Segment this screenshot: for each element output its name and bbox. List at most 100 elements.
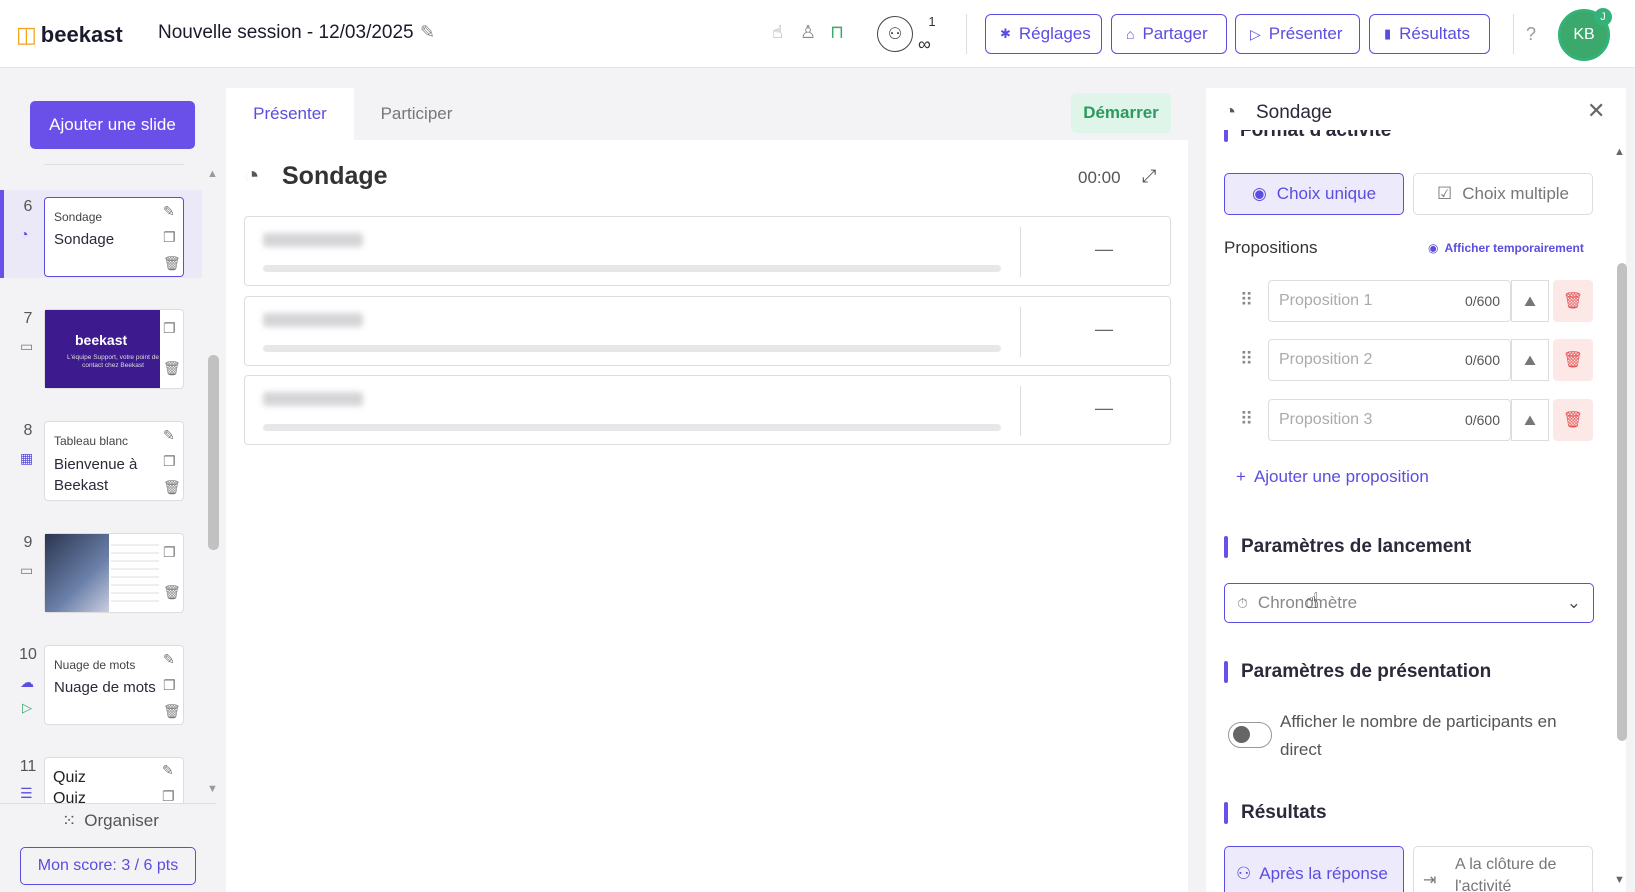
mouse-cursor-icon: ☝: [1306, 588, 1320, 613]
scroll-up-arrow[interactable]: ▲: [207, 168, 218, 180]
trash-icon[interactable]: 🗑︎: [163, 360, 181, 377]
trash-icon[interactable]: 🗑︎: [1553, 399, 1593, 441]
launch-params-heading: Paramètres de lancement: [1241, 536, 1472, 557]
hand-icon[interactable]: ☝: [772, 22, 783, 43]
timer-select[interactable]: ⏱︎ Chronomètre ⌄: [1224, 583, 1594, 623]
main-panel: [226, 88, 1188, 892]
drag-icon[interactable]: ⠿: [1240, 290, 1253, 311]
image-icon[interactable]: ⛰: [1511, 399, 1549, 441]
add-proposition-button[interactable]: + Ajouter une proposition: [1236, 467, 1429, 487]
edit-icon[interactable]: ✎: [163, 203, 175, 220]
slide-thumb-7[interactable]: beekast L'équipe Support, votre point de…: [44, 309, 184, 389]
result-label-blurred: [263, 313, 363, 327]
eye-icon: ◉: [1428, 241, 1439, 255]
copy-icon[interactable]: ❐: [162, 788, 175, 803]
scroll-down-arrow[interactable]: ▼: [207, 783, 218, 795]
organize-button[interactable]: ⁙ Organiser: [62, 811, 159, 831]
drag-icon[interactable]: ⠿: [1240, 349, 1253, 370]
after-answer-button[interactable]: ⚇ Après la réponse: [1224, 846, 1404, 892]
live-participants-toggle[interactable]: [1228, 722, 1272, 748]
expand-icon[interactable]: ⤢: [1142, 166, 1156, 187]
help-button[interactable]: ?: [1515, 14, 1547, 54]
panel-scroll-up[interactable]: ▲: [1614, 146, 1625, 158]
checkbox-icon: ☑: [1436, 184, 1453, 203]
trash-icon[interactable]: 🗑︎: [1553, 339, 1593, 381]
logo-mark-icon: ◫: [16, 22, 37, 47]
edit-title-icon[interactable]: ✎: [420, 22, 435, 43]
grid-icon: ⁙: [62, 811, 77, 830]
result-value: —: [1095, 239, 1113, 259]
at-close-button[interactable]: ⇥ A la clôture de l'activité: [1413, 846, 1593, 892]
slide-thumb-8[interactable]: Tableau blanc Bienvenue à Beekast ✎ ❐ 🗑︎: [44, 421, 184, 501]
choice-single-button[interactable]: ◉ Choix unique: [1224, 173, 1404, 215]
close-icon[interactable]: ✕: [1587, 98, 1605, 124]
result-row: —: [244, 216, 1171, 286]
radio-icon: ◉: [1251, 184, 1267, 203]
trash-icon[interactable]: 🗑︎: [163, 255, 181, 272]
result-value: —: [1095, 319, 1113, 339]
copy-icon[interactable]: ❐: [163, 677, 176, 694]
user-icon[interactable]: ♙: [800, 22, 816, 43]
tab-present[interactable]: Présenter: [226, 88, 354, 140]
slide-name: Sondage: [54, 231, 115, 248]
proposition-input[interactable]: Proposition 3 0/600: [1268, 399, 1511, 441]
choice-multiple-button[interactable]: ☑ Choix multiple: [1413, 173, 1593, 215]
result-bar: [263, 424, 1001, 431]
proposition-input[interactable]: Proposition 1 0/600: [1268, 280, 1511, 322]
slide-thumb-6[interactable]: Sondage Sondage ✎ ❐ 🗑︎: [44, 197, 184, 277]
tab-participate[interactable]: Participer: [354, 88, 479, 140]
present-button[interactable]: ▷ Présenter: [1235, 14, 1360, 54]
slide-thumb-10[interactable]: Nuage de mots Nuage de mots ✎ ❐ 🗑︎: [44, 645, 184, 725]
thumb-text-lines: [111, 538, 159, 608]
proposition-input[interactable]: Proposition 2 0/600: [1268, 339, 1511, 381]
results-button[interactable]: ▮ Résultats: [1369, 14, 1490, 54]
share-button[interactable]: ⌂ Partager: [1111, 14, 1227, 54]
panel-scrollbar[interactable]: [1617, 263, 1627, 741]
add-slide-button[interactable]: Ajouter une slide: [30, 101, 195, 149]
lock-icon[interactable]: ⊓: [830, 22, 844, 43]
slide-number: 8: [23, 422, 33, 439]
avatar-badge: J: [1594, 8, 1612, 26]
copy-icon[interactable]: ❐: [163, 229, 176, 246]
edit-icon[interactable]: ✎: [162, 762, 174, 779]
copy-icon[interactable]: ❐: [163, 320, 176, 337]
drag-icon[interactable]: ⠿: [1240, 409, 1253, 430]
panel-scroll-down[interactable]: ▼: [1614, 874, 1625, 886]
word-cloud-icon: ☁: [20, 674, 34, 690]
slide-layout-icon: ▭: [20, 562, 34, 578]
slide-number: 11: [19, 758, 37, 775]
settings-button[interactable]: ✱ Réglages: [985, 14, 1102, 54]
participants-count: 1: [928, 14, 936, 29]
start-button[interactable]: Démarrer: [1071, 93, 1171, 133]
slide-thumb-11[interactable]: Quiz Quiz ✎ ❐: [44, 757, 184, 803]
edit-icon[interactable]: ✎: [163, 651, 175, 668]
header-divider: [966, 14, 967, 54]
chevron-down-icon: ⌄: [1566, 593, 1581, 612]
copy-icon[interactable]: ❐: [163, 544, 176, 561]
result-bar: [263, 345, 1001, 352]
play-icon: ▷: [22, 700, 32, 715]
trash-icon[interactable]: 🗑︎: [163, 584, 181, 601]
beekast-logo[interactable]: ◫ beekast: [16, 22, 123, 48]
slide-type: Quiz: [53, 769, 86, 786]
score-badge[interactable]: Mon score: 3 / 6 pts: [20, 847, 196, 885]
image-icon[interactable]: ⛰: [1511, 339, 1549, 381]
header-divider-2: [1513, 14, 1514, 54]
slide-name: Quiz: [53, 790, 86, 803]
gear-icon: ✱: [1000, 26, 1011, 41]
participants-icon[interactable]: ⚇: [877, 16, 913, 52]
thumb-photo: [45, 534, 109, 612]
edit-icon[interactable]: ✎: [163, 427, 175, 444]
slide-thumb-9[interactable]: ❐ 🗑︎: [44, 533, 184, 613]
sidebar-scrollbar[interactable]: [208, 355, 219, 550]
pie-icon: ◔: [244, 160, 260, 190]
copy-icon[interactable]: ❐: [163, 453, 176, 470]
show-temporarily-link[interactable]: ◉ Afficher temporairement: [1428, 241, 1584, 255]
trash-icon[interactable]: 🗑︎: [1553, 280, 1593, 322]
trash-icon[interactable]: 🗑︎: [163, 703, 181, 720]
slide-type: Nuage de mots: [54, 658, 136, 672]
slide-number: 6: [23, 198, 33, 215]
trash-icon[interactable]: 🗑︎: [163, 479, 181, 496]
image-icon[interactable]: ⛰: [1511, 280, 1549, 322]
pie-icon: ◔: [1224, 101, 1237, 123]
